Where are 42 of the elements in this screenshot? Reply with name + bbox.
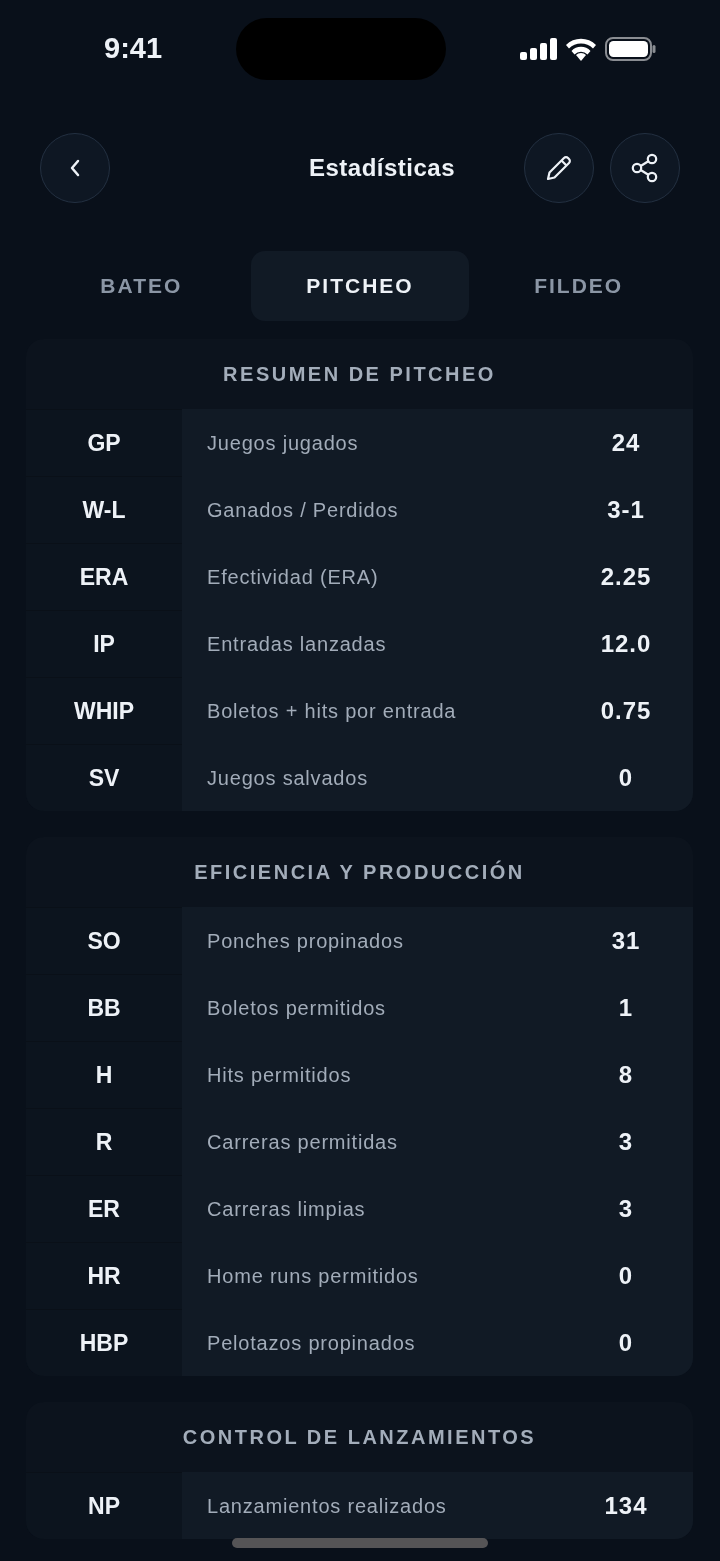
stat-label: Home runs permitidos	[207, 1263, 420, 1289]
signal-icon	[520, 38, 557, 60]
pencil-icon	[544, 153, 574, 183]
stat-label: Hits permitidos	[207, 1062, 353, 1088]
back-icon	[69, 158, 81, 178]
stat-value: 0.75	[599, 695, 653, 726]
stat-label: Ganados / Perdidos	[207, 497, 400, 523]
stat-value: 0	[617, 762, 635, 793]
tab[interactable]: PITCHEO	[250, 251, 470, 321]
tab[interactable]: FILDEO	[469, 251, 688, 321]
stat-label: Efectividad (ERA)	[207, 564, 380, 590]
stat-value: 24	[610, 427, 642, 458]
stat-value: 134	[603, 1490, 649, 1521]
wifi-icon	[565, 37, 597, 61]
stat-value: 2.25	[599, 561, 653, 592]
stat-value: 3	[617, 1126, 635, 1157]
stat-label: Entradas lanzadas	[207, 631, 388, 657]
share-icon	[631, 153, 659, 183]
stat-value: 3	[617, 1193, 635, 1224]
stat-label: Juegos salvados	[207, 765, 369, 791]
stat-value: 0	[617, 1327, 635, 1358]
stat-label: Boletos + hits por entrada	[207, 698, 458, 724]
section-title: RESUMEN DE PITCHEO	[222, 362, 497, 387]
stat-label: Ponches propinados	[207, 928, 405, 954]
stat-label: Carreras permitidas	[207, 1129, 399, 1155]
stat-label: Carreras limpias	[207, 1196, 367, 1222]
tab[interactable]: BATEO	[32, 251, 251, 321]
stat-value: 12.0	[599, 628, 653, 659]
section-title: CONTROL DE LANZAMIENTOS	[181, 1425, 538, 1450]
screen-title: Estadísticas	[308, 153, 456, 183]
stat-value: 31	[610, 925, 642, 956]
stat-value: 1	[617, 992, 635, 1023]
stat-value: 8	[617, 1059, 635, 1090]
stat-value: 0	[617, 1260, 635, 1291]
stat-label: Pelotazos propinados	[207, 1330, 417, 1356]
battery-icon	[605, 37, 656, 61]
stat-value: 3-1	[606, 494, 646, 525]
stat-label: Boletos permitidos	[207, 995, 387, 1021]
status-time: 9:41	[104, 31, 163, 67]
stat-label: Juegos jugados	[207, 430, 360, 456]
stat-label: Lanzamientos realizados	[207, 1493, 448, 1519]
section-title: EFICIENCIA Y PRODUCCIÓN	[193, 859, 526, 885]
